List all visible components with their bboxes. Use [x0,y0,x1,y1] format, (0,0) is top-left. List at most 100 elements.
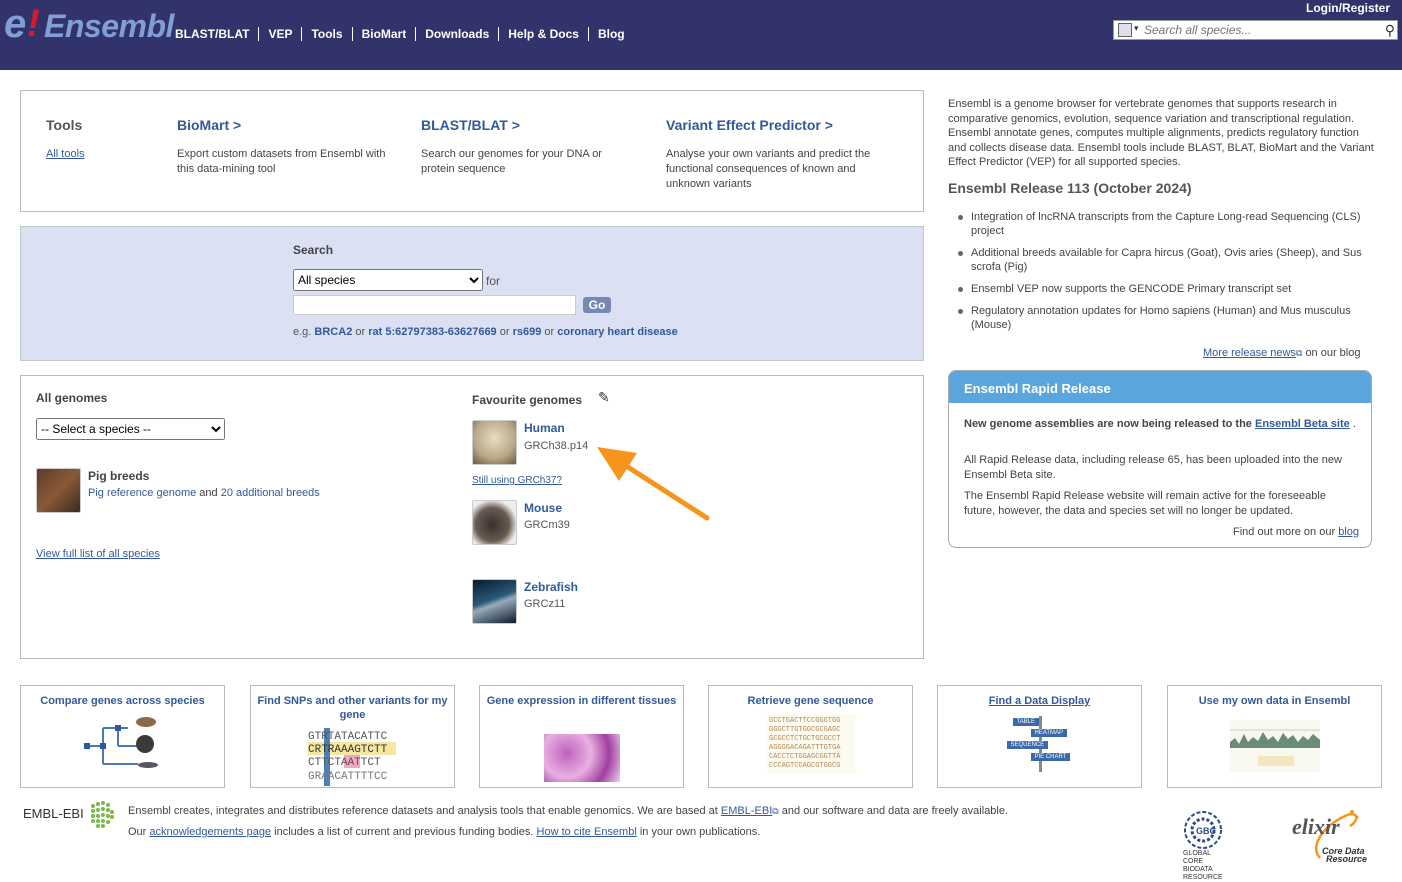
login-register-link[interactable]: Login/Register [1306,1,1390,15]
nav-help-docs[interactable]: Help & Docs [498,27,588,41]
rapid-p3: The Ensembl Rapid Release website will r… [964,490,1326,517]
header: e ! Ensembl BLAST/BLAT VEP Tools BioMart… [0,0,1402,70]
sign-pie-chart: PIE CHART [1030,753,1071,761]
how-to-cite-link[interactable]: How to cite Ensembl [537,826,637,838]
search-icon[interactable]: ⚲ [1385,22,1395,39]
go-button[interactable]: Go [583,297,611,313]
example-rat-region[interactable]: rat 5:62797383-63627669 [368,326,496,338]
sign-heatmap: HEATMAP [1030,729,1068,737]
pig-reference-link[interactable]: Pig reference genome [88,487,196,499]
tools-panel: Tools All tools BioMart > Export custom … [20,90,924,212]
feature-find-snps[interactable]: Find SNPs and other variants for my gene… [250,685,455,788]
feature-compare-genes[interactable]: Compare genes across species [20,685,225,788]
acknowledgements-link[interactable]: acknowledgements page [149,826,271,838]
chevron-down-icon[interactable]: ▾ [1134,23,1139,34]
footer-line1-a: Ensembl creates, integrates and distribu… [128,805,718,817]
sequence-icon: GCCTGACTTCCGGGTGG GGGCTTGTGGCGCGAGC GCGC… [766,714,855,774]
gcbr-globe-icon: GBC [1184,811,1222,849]
sequence-variants-icon: GTRTATACATTC CRTRAAAGTCTT CTTCTAATTCT GR… [307,728,396,786]
species-select[interactable]: All species [293,269,483,291]
feature-use-own-data[interactable]: Use my own data in Ensembl [1167,685,1382,788]
feature-title[interactable]: Find a Data Display [938,686,1141,708]
feature-retrieve-sequence[interactable]: Retrieve gene sequence GCCTGACTTCCGGGTGG… [708,685,913,788]
footer-line2-a: Our [128,826,147,838]
pig-breeds-link[interactable]: 20 additional breeds [221,487,320,499]
news-item: Regulatory annotation updates for Homo s… [958,304,1378,332]
example-rs699[interactable]: rs699 [513,326,542,338]
embl-ebi-link[interactable]: EMBL-EBI [721,805,772,817]
footer-text: Ensembl creates, integrates and distribu… [128,801,1008,843]
elixir-logo[interactable]: elixir Core Data Resource [1290,808,1380,864]
header-search-input[interactable] [1144,22,1379,38]
zebrafish-assembly: GRCz11 [524,598,566,610]
ensembl-logo[interactable]: Ensembl [44,8,174,45]
nav-vep[interactable]: VEP [258,27,301,41]
gcbr-logo[interactable]: GBC GLOBAL CORE BIODATA RESOURCE [1183,810,1229,882]
nav-biomart[interactable]: BioMart [351,27,416,41]
zebrafish-image[interactable] [472,579,517,624]
more-release-news-link[interactable]: More release news [1203,347,1296,359]
human-image[interactable] [472,420,517,465]
external-link-icon: ⧉ [772,806,779,816]
feature-find-data-display[interactable]: Find a Data Display TABLE HEATMAP SEQUEN… [937,685,1142,788]
news-item: Ensembl VEP now supports the GENCODE Pri… [958,282,1378,296]
search-input[interactable] [293,295,576,315]
embl-ebi-logo[interactable]: EMBL-EBI [23,806,84,821]
all-genomes-title: All genomes [36,391,108,405]
example-brca2[interactable]: BRCA2 [314,326,352,338]
signpost-icon: TABLE HEATMAP SEQUENCE PIE CHART [1005,716,1075,772]
eg-or: or [355,326,366,338]
still-grch37-link[interactable]: Still using GRCh37? [472,475,562,486]
view-all-species-link[interactable]: View full list of all species [36,548,160,560]
vep-link[interactable]: Variant Effect Predictor > [666,117,833,133]
main-nav: BLAST/BLAT VEP Tools BioMart Downloads H… [175,27,634,41]
vep-desc: Analyse your own variants and predict th… [666,148,871,190]
species-dropdown[interactable]: -- Select a species -- [36,418,225,440]
svg-text:GCCTGACTTCCGGGTGG: GCCTGACTTCCGGGTGG [769,717,840,725]
ensembl-beta-link[interactable]: Ensembl Beta site [1255,418,1350,430]
biomart-link[interactable]: BioMart > [177,117,241,133]
elixir-sub2: Resource [1326,854,1368,864]
mouse-assembly: GRCm39 [524,519,570,531]
rapid-p1-text: New genome assemblies are now being rele… [964,418,1252,430]
svg-text:CRTRAAAGTCTT: CRTRAAAGTCTT [308,744,388,756]
sign-sequence: SEQUENCE [1006,741,1049,749]
human-link[interactable]: Human [524,421,565,435]
eg-or: or [499,326,510,338]
feature-title[interactable]: Use my own data in Ensembl [1168,686,1381,708]
pig-and: and [199,487,218,499]
nav-tools[interactable]: Tools [301,27,351,41]
footer-line-1: Ensembl creates, integrates and distribu… [128,801,1008,822]
rapid-blog-link[interactable]: blog [1338,526,1359,538]
nav-downloads[interactable]: Downloads [415,27,498,41]
feature-title[interactable]: Compare genes across species [21,686,224,708]
example-heart-disease[interactable]: coronary heart disease [557,326,677,338]
tools-title: Tools [46,117,83,133]
rapid-release-box: Ensembl Rapid Release New genome assembl… [948,370,1372,548]
pencil-icon[interactable]: ✎ [598,389,610,406]
svg-text:GTRTATACATTC: GTRTATACATTC [308,731,388,743]
feature-title[interactable]: Retrieve gene sequence [709,686,912,708]
feature-gene-expression[interactable]: Gene expression in different tissues [479,685,684,788]
rapid-p1: New genome assemblies are now being rele… [964,417,1359,432]
rapid-p2: All Rapid Release data, including releas… [964,454,1342,481]
pig-image[interactable] [36,468,81,513]
mouse-image[interactable] [472,500,517,545]
footer-line1-b: and our software and data are freely ava… [781,805,1009,817]
elixir-text: elixir [1292,814,1340,839]
biomart-desc: Export custom datasets from Ensembl with… [177,148,386,175]
eg-prefix: e.g. [293,326,312,338]
feature-title[interactable]: Gene expression in different tissues [480,686,683,708]
species-picker-icon[interactable] [1118,23,1132,37]
custom-track-icon [1229,720,1320,772]
rapid-p4-text: Find out more on our [1233,526,1336,538]
mouse-link[interactable]: Mouse [524,501,562,515]
nav-blast[interactable]: BLAST/BLAT [175,27,258,41]
feature-title[interactable]: Find SNPs and other variants for my gene [251,686,454,722]
release-news-list: Integration of lncRNA transcripts from t… [958,210,1378,340]
all-tools-link[interactable]: All tools [46,147,85,162]
blast-link[interactable]: BLAST/BLAT > [421,117,520,133]
zebrafish-link[interactable]: Zebrafish [524,580,578,594]
nav-blog[interactable]: Blog [587,27,634,41]
ensembl-intro: Ensembl is a genome browser for vertebra… [948,98,1374,168]
